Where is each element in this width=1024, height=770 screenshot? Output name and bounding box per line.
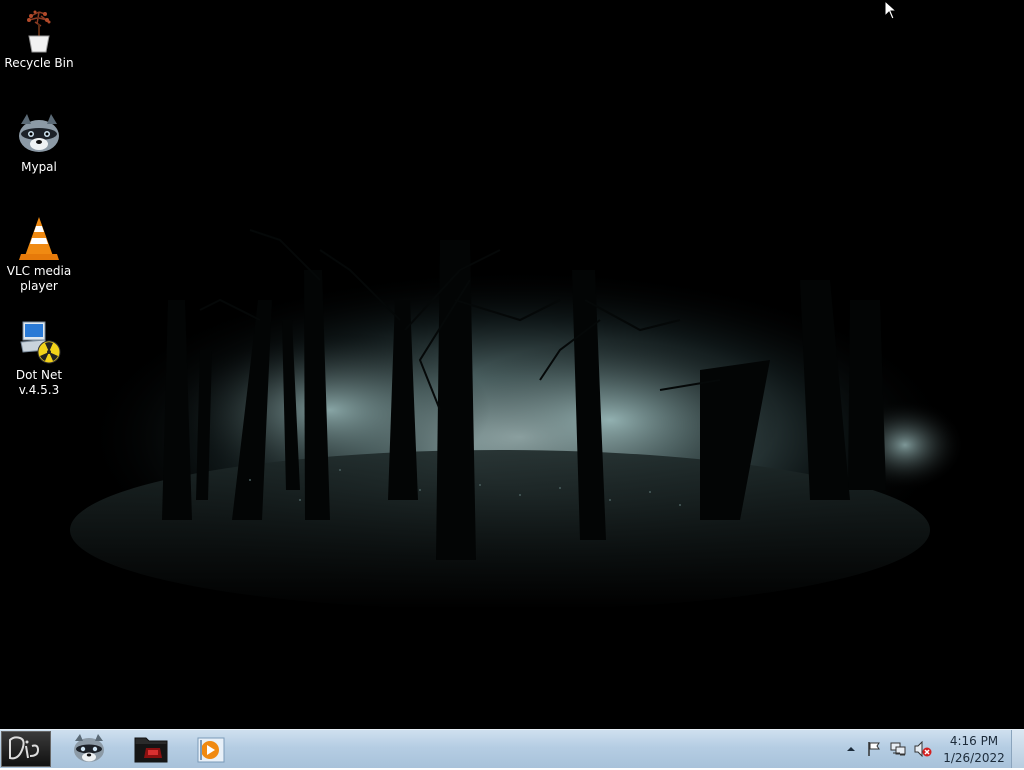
clock-time: 4:16 PM [949,734,999,748]
clock[interactable]: 4:16 PM 1/26/2022 [938,734,1010,766]
desktop-icon-dotnet[interactable]: Dot Net v.4.5.3 [4,318,74,398]
network-icon[interactable] [890,741,906,757]
desktop-icon-label: Mypal [21,160,57,174]
media-player-icon [197,737,225,763]
raccoon-icon [19,114,59,152]
desktop-icon-recycle-bin[interactable]: Recycle Bin [4,6,74,71]
desktop: Recycle Bin Mypal VLC media player Dot N… [0,0,1024,729]
start-button[interactable] [1,731,51,767]
show-desktop-button[interactable] [1011,730,1024,768]
mouse-cursor-icon [884,0,898,20]
desktop-icon-label: Dot Net v.4.5.3 [15,368,63,397]
clock-date: 1/26/2022 [943,751,1005,765]
taskbar-button-mypal[interactable] [62,732,116,766]
desktop-icon-mypal[interactable]: Mypal [4,110,74,175]
desktop-icon-label: VLC media player [6,264,72,293]
wallpaper [0,0,1024,729]
raccoon-icon [74,734,104,762]
desktop-icon-vlc[interactable]: VLC media player [4,214,74,294]
dotnet-installer-icon [20,321,61,364]
taskbar-button-explorer[interactable] [124,732,178,766]
vlc-cone-icon [19,217,59,260]
recycle-bin-icon [27,10,51,53]
action-center-flag-icon[interactable] [866,741,882,757]
desktop-icon-label: Recycle Bin [4,56,74,70]
volume-muted-icon[interactable] [914,741,932,757]
taskbar: 4:16 PM 1/26/2022 [0,729,1024,768]
show-hidden-icons-arrow[interactable] [846,741,856,757]
start-orb-icon [9,736,40,760]
taskbar-button-media-player[interactable] [184,732,238,766]
folder-icon [134,737,168,763]
